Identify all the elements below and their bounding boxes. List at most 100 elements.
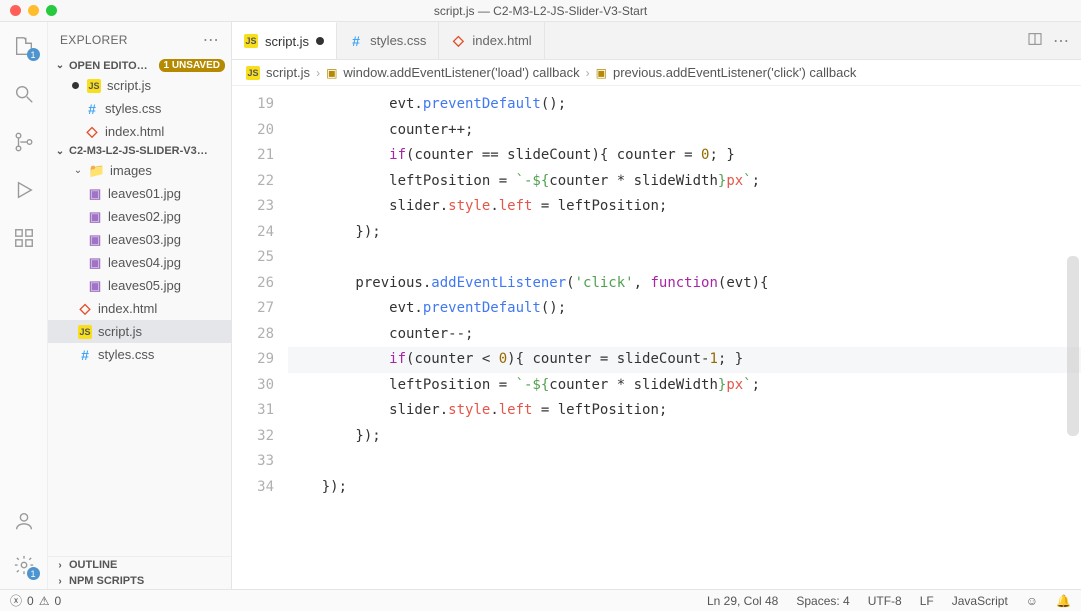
line-number: 24 <box>232 220 274 246</box>
tabs-bar: JSscript.js#styles.css◇index.html ⋯ <box>232 22 1081 60</box>
file-item[interactable]: ▣leaves04.jpg <box>48 251 231 274</box>
code-line[interactable]: }); <box>288 424 1081 450</box>
open-editor-item[interactable]: JSscript.js <box>48 74 231 97</box>
line-number: 27 <box>232 296 274 322</box>
notifications-icon[interactable]: 🔔 <box>1056 594 1071 608</box>
code-line[interactable]: evt.preventDefault(); <box>288 296 1081 322</box>
line-number: 20 <box>232 118 274 144</box>
tab-styles-css[interactable]: #styles.css <box>337 22 439 59</box>
file-item[interactable]: ▣leaves05.jpg <box>48 274 231 297</box>
status-spaces[interactable]: Spaces: 4 <box>796 594 849 608</box>
line-number: 32 <box>232 424 274 450</box>
js-file-icon: JS <box>246 66 260 80</box>
open-editor-item[interactable]: #styles.css <box>48 97 231 120</box>
line-number: 26 <box>232 271 274 297</box>
status-cursor[interactable]: Ln 29, Col 48 <box>707 594 778 608</box>
status-errors[interactable]: ⓧ 0 ⚠ 0 <box>10 592 61 609</box>
html-file-icon: ◇ <box>451 34 465 48</box>
js-file-icon: JS <box>78 325 92 339</box>
html-file-icon: ◇ <box>85 125 99 139</box>
code-line[interactable]: leftPosition = `-${counter * slideWidth}… <box>288 169 1081 195</box>
line-number: 23 <box>232 194 274 220</box>
editor-more-icon[interactable]: ⋯ <box>1053 31 1069 51</box>
image-file-icon: ▣ <box>88 233 102 247</box>
js-file-icon: JS <box>87 79 101 93</box>
source-control-icon[interactable] <box>12 130 36 154</box>
window-title: script.js — C2-M3-L2-JS-Slider-V3-Start <box>0 4 1081 18</box>
vertical-scrollbar[interactable] <box>1067 256 1079 436</box>
tab-index-html[interactable]: ◇index.html <box>439 22 544 59</box>
explorer-badge: 1 <box>27 48 40 61</box>
chevron-right-icon: › <box>54 576 66 587</box>
run-debug-icon[interactable] <box>12 178 36 202</box>
line-number: 33 <box>232 449 274 475</box>
npm-scripts-section[interactable]: › NPM SCRIPTS <box>48 573 231 589</box>
chevron-right-icon: › <box>586 66 590 80</box>
image-file-icon: ▣ <box>88 210 102 224</box>
project-section[interactable]: ⌄ C2-M3-L2-JS-SLIDER-V3… <box>48 143 231 159</box>
account-icon[interactable] <box>12 509 36 533</box>
line-number: 19 <box>232 92 274 118</box>
chevron-down-icon: ⌄ <box>54 146 66 157</box>
file-item[interactable]: ◇index.html <box>48 297 231 320</box>
title-bar: script.js — C2-M3-L2-JS-Slider-V3-Start <box>0 0 1081 22</box>
settings-badge: 1 <box>27 567 40 580</box>
extensions-icon[interactable] <box>12 226 36 250</box>
html-file-icon: ◇ <box>78 302 92 316</box>
tab-script-js[interactable]: JSscript.js <box>232 22 337 59</box>
symbol-icon: ▣ <box>596 66 607 80</box>
search-icon[interactable] <box>12 82 36 106</box>
modified-dot-icon <box>72 82 79 89</box>
line-number: 21 <box>232 143 274 169</box>
line-number: 29 <box>232 347 274 373</box>
split-editor-icon[interactable] <box>1027 31 1043 50</box>
js-file-icon: JS <box>244 34 258 48</box>
line-number: 30 <box>232 373 274 399</box>
sidebar-title: EXPLORER <box>60 33 128 47</box>
file-item[interactable]: #styles.css <box>48 343 231 366</box>
code-line[interactable]: evt.preventDefault(); <box>288 92 1081 118</box>
code-line[interactable]: }); <box>288 475 1081 501</box>
modified-dot-icon <box>316 37 324 45</box>
open-editor-item[interactable]: ◇index.html <box>48 120 231 143</box>
chevron-right-icon: › <box>316 66 320 80</box>
code-line[interactable]: counter--; <box>288 322 1081 348</box>
outline-section[interactable]: › OUTLINE <box>48 557 231 573</box>
file-item[interactable]: JSscript.js <box>48 320 231 343</box>
line-number: 34 <box>232 475 274 501</box>
code-editor[interactable]: 19202122232425262728293031323334 evt.pre… <box>232 86 1081 589</box>
status-language[interactable]: JavaScript <box>952 594 1008 608</box>
open-editors-section[interactable]: ⌄ OPEN EDITO… 1 UNSAVED <box>48 57 231 74</box>
editor-area: JSscript.js#styles.css◇index.html ⋯ JS s… <box>232 22 1081 589</box>
image-file-icon: ▣ <box>88 256 102 270</box>
status-encoding[interactable]: UTF-8 <box>868 594 902 608</box>
css-file-icon: # <box>78 348 92 362</box>
folder-images[interactable]: ⌄ 📁 images <box>48 159 231 182</box>
activity-bar: 1 1 <box>0 22 48 589</box>
code-line[interactable]: slider.style.left = leftPosition; <box>288 398 1081 424</box>
chevron-down-icon: ⌄ <box>72 165 84 176</box>
feedback-icon[interactable]: ☺ <box>1026 594 1038 608</box>
file-item[interactable]: ▣leaves02.jpg <box>48 205 231 228</box>
line-number: 28 <box>232 322 274 348</box>
unsaved-badge: 1 UNSAVED <box>159 59 226 72</box>
code-line[interactable] <box>288 245 1081 271</box>
code-line[interactable]: counter++; <box>288 118 1081 144</box>
file-item[interactable]: ▣leaves03.jpg <box>48 228 231 251</box>
code-line[interactable]: previous.addEventListener('click', funct… <box>288 271 1081 297</box>
css-file-icon: # <box>85 102 99 116</box>
css-file-icon: # <box>349 34 363 48</box>
status-eol[interactable]: LF <box>920 594 934 608</box>
code-line[interactable]: }); <box>288 220 1081 246</box>
sidebar-more-icon[interactable]: ⋯ <box>203 30 219 50</box>
code-line[interactable]: leftPosition = `-${counter * slideWidth}… <box>288 373 1081 399</box>
chevron-down-icon: ⌄ <box>54 60 66 71</box>
breadcrumb[interactable]: JS script.js › ▣ window.addEventListener… <box>232 60 1081 86</box>
code-line[interactable]: if(counter < 0){ counter = slideCount-1;… <box>288 347 1081 373</box>
code-line[interactable]: if(counter == slideCount){ counter = 0; … <box>288 143 1081 169</box>
chevron-right-icon: › <box>54 560 66 571</box>
code-line[interactable] <box>288 449 1081 475</box>
file-item[interactable]: ▣leaves01.jpg <box>48 182 231 205</box>
image-file-icon: ▣ <box>88 279 102 293</box>
code-line[interactable]: slider.style.left = leftPosition; <box>288 194 1081 220</box>
